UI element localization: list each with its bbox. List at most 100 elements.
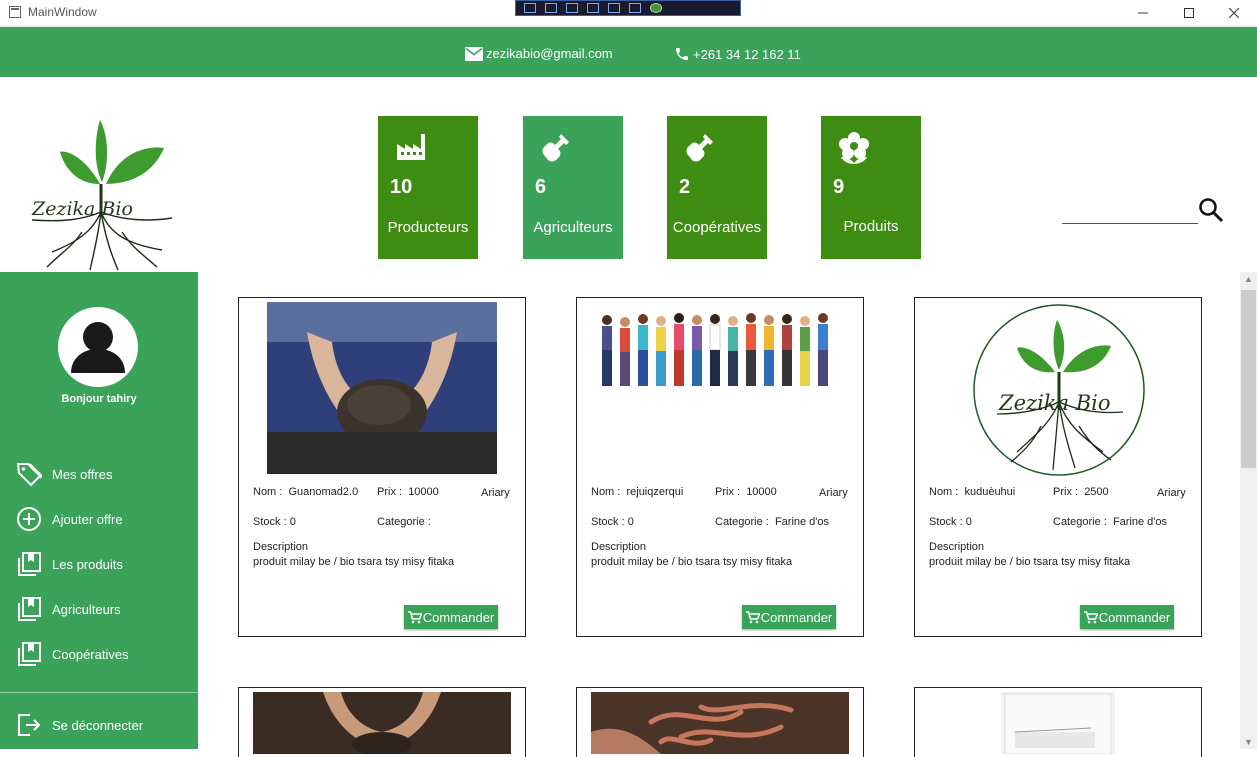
- cart-icon: [407, 610, 422, 623]
- window-titlebar: MainWindow: [0, 0, 1257, 27]
- library-icon: [18, 552, 41, 576]
- product-stock: Stock : 0: [253, 516, 296, 528]
- sidebar-item-label: Agriculteurs: [52, 601, 121, 617]
- sidebar-divider: [0, 692, 198, 693]
- stat-tile-agriculteurs[interactable]: 6 Agriculteurs: [523, 116, 623, 259]
- minimize-button[interactable]: [1120, 0, 1166, 26]
- logout-button[interactable]: Se déconnecter: [16, 710, 143, 740]
- stat-value: 2: [679, 176, 691, 198]
- product-stock: Stock : 0: [929, 516, 972, 528]
- cart-icon: [745, 610, 760, 623]
- library-icon: [18, 597, 41, 621]
- zezika-bio-logo: Zezika Bio: [31, 120, 173, 271]
- stat-tile-produits[interactable]: 9 Produits: [821, 116, 921, 259]
- email-contact[interactable]: zezikabio@gmail.com: [465, 46, 613, 61]
- worms-soil-image: [591, 692, 849, 754]
- product-category: Categorie : Farine d'os: [1053, 516, 1168, 528]
- product-name: Nom : Guanomad2.0: [253, 486, 359, 498]
- flower-icon: [839, 132, 869, 164]
- library-icon: [18, 642, 41, 666]
- debug-pointer-icon[interactable]: [566, 3, 578, 13]
- cart-icon: [1083, 610, 1098, 623]
- phone-icon: [676, 48, 688, 60]
- product-stock: Stock : 0: [591, 516, 634, 528]
- stat-label: Produits: [843, 218, 899, 235]
- product-card: Nom : Guanomad2.0 Prix : 10000 Ariary St…: [238, 297, 526, 637]
- debug-cursor-icon[interactable]: [608, 3, 620, 13]
- product-price: Prix : 2500: [1053, 486, 1109, 498]
- product-name: Nom : rejuiqzerqui: [591, 486, 684, 498]
- search-icon[interactable]: [1198, 197, 1224, 223]
- close-button[interactable]: [1211, 0, 1257, 26]
- email-icon: [465, 46, 483, 61]
- product-currency: Ariary: [819, 487, 848, 499]
- zezika-bio-logo-image: Zezika Bio: [973, 304, 1145, 476]
- logout-icon: [18, 714, 41, 736]
- debug-select-icon[interactable]: [524, 3, 536, 13]
- order-button[interactable]: Commander: [1080, 605, 1174, 629]
- soil-hands-image: [267, 302, 497, 474]
- sidebar-item-label: Mes offres: [52, 466, 113, 482]
- scroll-up-icon[interactable]: ▲: [1240, 272, 1257, 286]
- stat-label: Agriculteurs: [533, 219, 613, 236]
- product-price: Prix : 10000: [377, 486, 439, 498]
- product-card: Zezika Bio Nom : kuduèuhui Prix : 2500 A…: [914, 297, 1202, 637]
- minimize-icon: [1138, 12, 1148, 14]
- scrollbar[interactable]: ▲ ▼: [1240, 272, 1257, 749]
- scroll-thumb[interactable]: [1241, 290, 1256, 468]
- fertilizer-bag-image: [1001, 692, 1115, 754]
- maximize-button[interactable]: [1166, 0, 1212, 26]
- product-description: produit milay be / bio tsara tsy misy fi…: [253, 556, 455, 568]
- order-button[interactable]: Commander: [742, 605, 836, 629]
- close-icon: [1229, 8, 1239, 18]
- product-card: [914, 687, 1202, 757]
- product-currency: Ariary: [481, 487, 510, 499]
- sidebar-item-ajouter-offre[interactable]: Ajouter offre: [16, 504, 123, 534]
- window-title: MainWindow: [28, 5, 97, 19]
- debug-video-icon[interactable]: [545, 3, 557, 13]
- stat-tile-cooperatives[interactable]: 2 Coopératives: [667, 116, 767, 259]
- debug-check-icon[interactable]: [650, 3, 662, 13]
- product-price: Prix : 10000: [715, 486, 777, 498]
- product-category: Categorie :: [377, 516, 431, 528]
- email-text: zezikabio@gmail.com: [486, 46, 613, 61]
- phone-text: +261 34 12 162 11: [693, 46, 801, 62]
- stat-tile-producteurs[interactable]: 10 Producteurs: [378, 116, 478, 259]
- order-button-label: Commander: [760, 609, 833, 625]
- sidebar-item-label: Les produits: [52, 556, 123, 572]
- sidebar-item-les-produits[interactable]: Les produits: [16, 549, 123, 579]
- maximize-icon: [1184, 8, 1194, 18]
- contact-bar: zezikabio@gmail.com +261 34 12 162 11: [0, 27, 1257, 77]
- people-crowd-image: [602, 313, 828, 386]
- debug-frame-icon[interactable]: [587, 3, 599, 13]
- product-description-label: Description: [591, 541, 647, 553]
- order-button[interactable]: Commander: [404, 605, 498, 629]
- sidebar-item-cooperatives[interactable]: Coopératives: [16, 639, 129, 669]
- user-icon: [71, 322, 125, 373]
- sidebar-item-label: Coopératives: [52, 646, 129, 662]
- logo-text: Zezika Bio: [998, 391, 1111, 415]
- sidebar-item-agriculteurs[interactable]: Agriculteurs: [16, 594, 121, 624]
- order-button-label: Commander: [422, 609, 495, 625]
- stat-label: Producteurs: [387, 219, 469, 236]
- logo-text: Zezika Bio: [31, 198, 133, 220]
- product-image: [591, 308, 851, 392]
- tag-icon: [16, 463, 42, 487]
- search-underline: [1062, 223, 1198, 224]
- debug-toolbar[interactable]: [515, 0, 741, 16]
- sidebar-item-mes-offres[interactable]: Mes offres: [16, 459, 112, 489]
- stat-value: 6: [535, 176, 547, 198]
- stat-value: 10: [390, 176, 413, 198]
- soil-hands-image: [253, 692, 511, 754]
- shovel-icon: [542, 134, 569, 162]
- product-card: [576, 687, 864, 757]
- product-card: [238, 687, 526, 757]
- phone-contact[interactable]: +261 34 12 162 11: [674, 46, 801, 62]
- product-name: Nom : kuduèuhui: [929, 486, 1016, 498]
- search-input[interactable]: [1062, 199, 1202, 223]
- avatar[interactable]: [58, 307, 138, 387]
- scroll-down-icon[interactable]: ▼: [1240, 735, 1257, 749]
- product-category: Categorie : Farine d'os: [715, 516, 830, 528]
- debug-settings-icon[interactable]: [629, 3, 641, 13]
- product-currency: Ariary: [1157, 487, 1186, 499]
